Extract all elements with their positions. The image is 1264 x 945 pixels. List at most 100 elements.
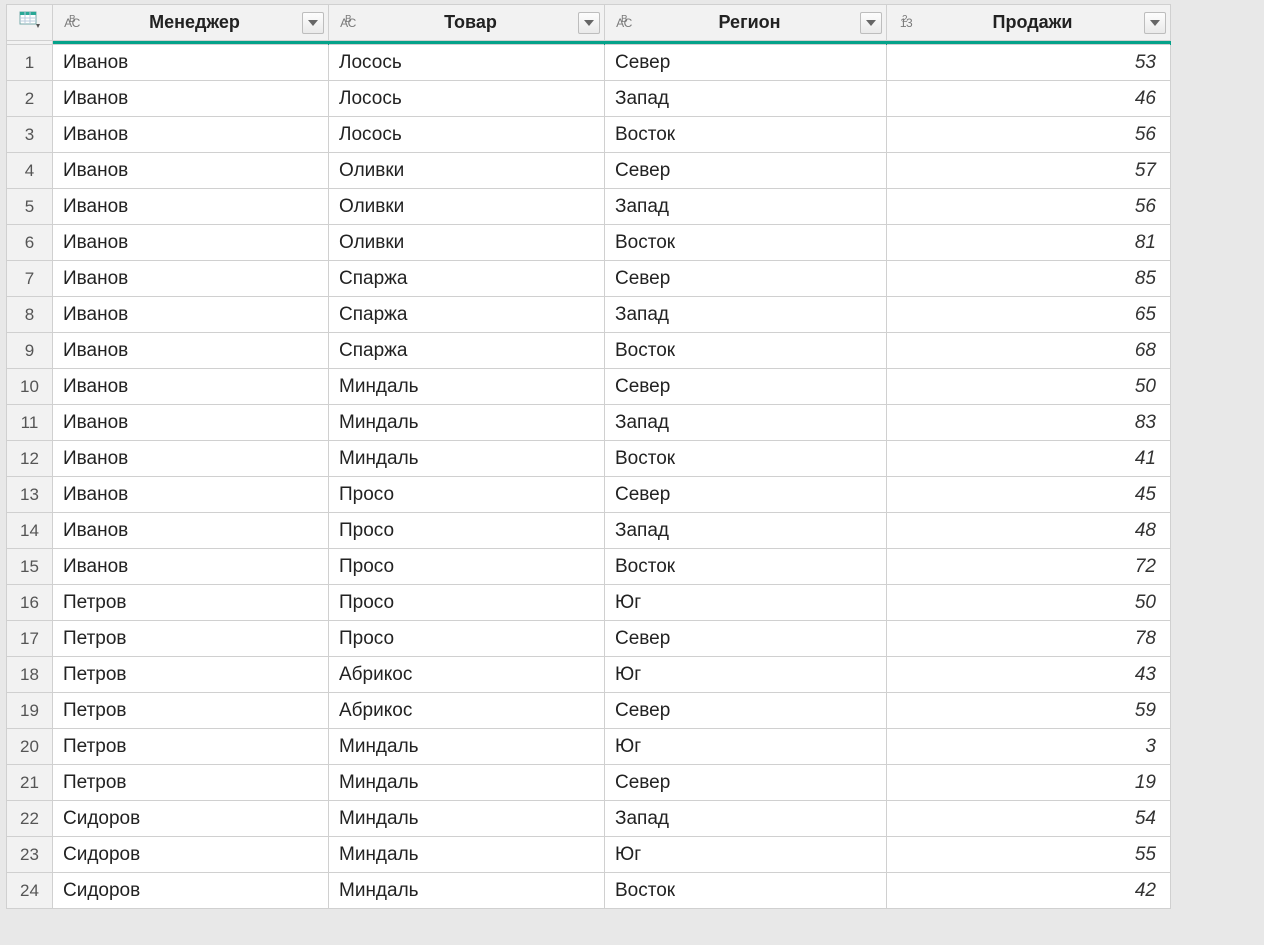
table-row[interactable]: 20ПетровМиндальЮг3 <box>7 729 1171 765</box>
cell-product[interactable]: Оливки <box>329 189 605 225</box>
cell-sales[interactable]: 41 <box>887 441 1171 477</box>
cell-sales[interactable]: 59 <box>887 693 1171 729</box>
table-row[interactable]: 15ИвановПросоВосток72 <box>7 549 1171 585</box>
table-row[interactable]: 24СидоровМиндальВосток42 <box>7 873 1171 909</box>
cell-manager[interactable]: Иванов <box>53 261 329 297</box>
cell-sales[interactable]: 54 <box>887 801 1171 837</box>
table-row[interactable]: 10ИвановМиндальСевер50 <box>7 369 1171 405</box>
cell-product[interactable]: Лосось <box>329 81 605 117</box>
row-index[interactable]: 13 <box>7 477 53 513</box>
cell-manager[interactable]: Петров <box>53 585 329 621</box>
cell-product[interactable]: Спаржа <box>329 261 605 297</box>
table-row[interactable]: 23СидоровМиндальЮг55 <box>7 837 1171 873</box>
cell-product[interactable]: Просо <box>329 585 605 621</box>
cell-region[interactable]: Север <box>605 45 887 81</box>
row-index[interactable]: 18 <box>7 657 53 693</box>
cell-manager[interactable]: Петров <box>53 657 329 693</box>
cell-region[interactable]: Север <box>605 621 887 657</box>
cell-product[interactable]: Абрикос <box>329 693 605 729</box>
row-index[interactable]: 16 <box>7 585 53 621</box>
cell-region[interactable]: Восток <box>605 225 887 261</box>
row-index[interactable]: 19 <box>7 693 53 729</box>
table-row[interactable]: 9ИвановСпаржаВосток68 <box>7 333 1171 369</box>
cell-region[interactable]: Восток <box>605 117 887 153</box>
cell-sales[interactable]: 48 <box>887 513 1171 549</box>
cell-manager[interactable]: Иванов <box>53 477 329 513</box>
table-row[interactable]: 19ПетровАбрикосСевер59 <box>7 693 1171 729</box>
cell-sales[interactable]: 56 <box>887 189 1171 225</box>
table-row[interactable]: 8ИвановСпаржаЗапад65 <box>7 297 1171 333</box>
cell-manager[interactable]: Петров <box>53 729 329 765</box>
row-index[interactable]: 6 <box>7 225 53 261</box>
cell-sales[interactable]: 43 <box>887 657 1171 693</box>
cell-manager[interactable]: Петров <box>53 621 329 657</box>
cell-sales[interactable]: 81 <box>887 225 1171 261</box>
row-index[interactable]: 14 <box>7 513 53 549</box>
cell-manager[interactable]: Петров <box>53 765 329 801</box>
cell-product[interactable]: Миндаль <box>329 729 605 765</box>
cell-manager[interactable]: Иванов <box>53 549 329 585</box>
cell-region[interactable]: Запад <box>605 189 887 225</box>
cell-manager[interactable]: Иванов <box>53 297 329 333</box>
cell-sales[interactable]: 19 <box>887 765 1171 801</box>
cell-product[interactable]: Оливки <box>329 153 605 189</box>
cell-manager[interactable]: Иванов <box>53 45 329 81</box>
cell-region[interactable]: Север <box>605 261 887 297</box>
cell-product[interactable]: Просо <box>329 477 605 513</box>
cell-sales[interactable]: 42 <box>887 873 1171 909</box>
cell-sales[interactable]: 55 <box>887 837 1171 873</box>
filter-dropdown-button[interactable] <box>1144 12 1166 34</box>
cell-region[interactable]: Север <box>605 477 887 513</box>
cell-sales[interactable]: 68 <box>887 333 1171 369</box>
row-index[interactable]: 11 <box>7 405 53 441</box>
table-row[interactable]: 4ИвановОливкиСевер57 <box>7 153 1171 189</box>
cell-product[interactable]: Миндаль <box>329 801 605 837</box>
cell-manager[interactable]: Иванов <box>53 117 329 153</box>
cell-product[interactable]: Миндаль <box>329 765 605 801</box>
cell-sales[interactable]: 78 <box>887 621 1171 657</box>
cell-region[interactable]: Юг <box>605 657 887 693</box>
cell-manager[interactable]: Иванов <box>53 369 329 405</box>
cell-sales[interactable]: 56 <box>887 117 1171 153</box>
column-header-product[interactable]: B Товар <box>329 5 605 41</box>
cell-manager[interactable]: Иванов <box>53 153 329 189</box>
row-index[interactable]: 7 <box>7 261 53 297</box>
cell-product[interactable]: Спаржа <box>329 297 605 333</box>
table-row[interactable]: 12ИвановМиндальВосток41 <box>7 441 1171 477</box>
cell-manager[interactable]: Сидоров <box>53 801 329 837</box>
row-index[interactable]: 17 <box>7 621 53 657</box>
cell-sales[interactable]: 45 <box>887 477 1171 513</box>
row-index[interactable]: 1 <box>7 45 53 81</box>
table-row[interactable]: 22СидоровМиндальЗапад54 <box>7 801 1171 837</box>
table-row[interactable]: 7ИвановСпаржаСевер85 <box>7 261 1171 297</box>
row-index[interactable]: 10 <box>7 369 53 405</box>
cell-manager[interactable]: Иванов <box>53 81 329 117</box>
cell-sales[interactable]: 3 <box>887 729 1171 765</box>
table-row[interactable]: 3ИвановЛососьВосток56 <box>7 117 1171 153</box>
cell-sales[interactable]: 72 <box>887 549 1171 585</box>
cell-manager[interactable]: Иванов <box>53 513 329 549</box>
row-index[interactable]: 12 <box>7 441 53 477</box>
table-row[interactable]: 17ПетровПросоСевер78 <box>7 621 1171 657</box>
cell-region[interactable]: Север <box>605 369 887 405</box>
cell-manager[interactable]: Иванов <box>53 441 329 477</box>
table-row[interactable]: 11ИвановМиндальЗапад83 <box>7 405 1171 441</box>
cell-manager[interactable]: Иванов <box>53 405 329 441</box>
table-row[interactable]: 18ПетровАбрикосЮг43 <box>7 657 1171 693</box>
cell-manager[interactable]: Сидоров <box>53 873 329 909</box>
cell-product[interactable]: Лосось <box>329 45 605 81</box>
cell-region[interactable]: Север <box>605 693 887 729</box>
cell-product[interactable]: Оливки <box>329 225 605 261</box>
cell-sales[interactable]: 50 <box>887 585 1171 621</box>
cell-product[interactable]: Просо <box>329 549 605 585</box>
row-index[interactable]: 4 <box>7 153 53 189</box>
cell-region[interactable]: Север <box>605 153 887 189</box>
cell-region[interactable]: Восток <box>605 873 887 909</box>
cell-region[interactable]: Юг <box>605 837 887 873</box>
table-row[interactable]: 6ИвановОливкиВосток81 <box>7 225 1171 261</box>
cell-sales[interactable]: 65 <box>887 297 1171 333</box>
row-index[interactable]: 20 <box>7 729 53 765</box>
cell-product[interactable]: Спаржа <box>329 333 605 369</box>
row-index[interactable]: 2 <box>7 81 53 117</box>
cell-region[interactable]: Запад <box>605 801 887 837</box>
